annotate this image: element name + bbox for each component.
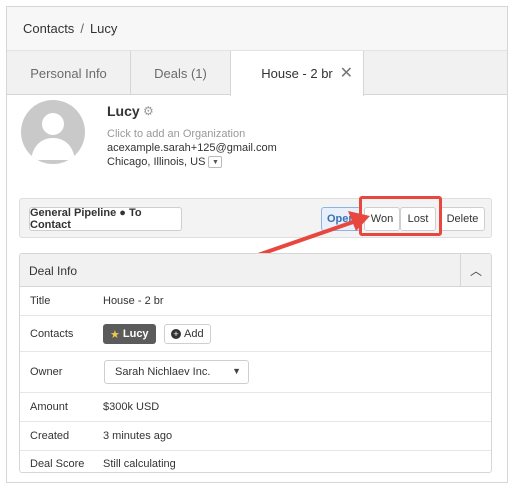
deal-score-value: Still calculating [103, 458, 176, 470]
tab-deals[interactable]: Deals (1) [131, 51, 231, 95]
plus-icon: + [171, 329, 181, 339]
pipeline-stage-label: General Pipeline ● To Contact [30, 207, 142, 231]
tab-bar: Personal Info Deals (1) House - 2 br ✕ [7, 51, 507, 96]
deal-row-contacts: Contacts ★ Lucy + Add [20, 316, 491, 352]
chevron-up-icon: ︿ [469, 263, 482, 278]
contact-summary: Lucy ⚙ Click to add an Organization acex… [21, 100, 491, 190]
tab-personal-info[interactable]: Personal Info [7, 51, 131, 95]
add-organization-link[interactable]: Click to add an Organization [107, 128, 245, 140]
delete-label: Delete [446, 213, 479, 225]
gear-icon[interactable]: ⚙ [143, 104, 154, 118]
breadcrumb-contacts-link[interactable]: Contacts [23, 21, 74, 36]
deal-row-deal-score: Deal Score Still calculating [20, 451, 491, 472]
deal-info-panel: Deal Info ︿ Title House - 2 br Contacts … [19, 253, 492, 473]
contact-tag-label: Lucy [122, 328, 149, 340]
breadcrumb-current: Lucy [89, 21, 118, 36]
owner-value: Sarah Nichlaev Inc. [115, 366, 211, 378]
location-text: Chicago, Illinois, US [107, 156, 206, 168]
collapse-button[interactable]: ︿ [460, 254, 491, 286]
person-silhouette-icon [31, 113, 75, 160]
amount-value[interactable]: $300k USD [103, 401, 159, 413]
delete-button[interactable]: Delete [440, 207, 485, 231]
contact-email[interactable]: acexample.sarah+125@gmail.com [107, 142, 277, 154]
avatar [21, 100, 85, 164]
star-icon: ★ [110, 328, 120, 341]
close-icon[interactable]: ✕ [340, 63, 353, 83]
row-label: Owner [30, 366, 63, 378]
created-value: 3 minutes ago [103, 430, 173, 442]
contact-location: Chicago, Illinois, US ▼ [107, 156, 223, 168]
tab-house-2-br[interactable]: House - 2 br ✕ [230, 51, 364, 96]
row-label: Contacts [30, 328, 74, 340]
pipeline-stage-button[interactable]: General Pipeline ● To Contact [29, 207, 182, 231]
contact-name[interactable]: Lucy [107, 103, 140, 119]
tab-label: Personal Info [30, 65, 107, 81]
row-label: Amount [30, 401, 68, 413]
deal-row-owner: Owner Sarah Nichlaev Inc. ▼ [20, 352, 491, 393]
deal-window: Contacts / Lucy Personal Info Deals (1) … [6, 6, 508, 483]
contact-tag-lucy[interactable]: ★ Lucy [103, 324, 156, 344]
owner-select[interactable]: Sarah Nichlaev Inc. ▼ [104, 360, 249, 384]
breadcrumb: Contacts / Lucy [7, 7, 507, 51]
row-label: Created [30, 430, 70, 442]
row-label: Deal Score [30, 458, 85, 470]
deal-info-header: Deal Info ︿ [20, 254, 491, 287]
tab-label: Deals (1) [154, 65, 207, 81]
tab-label: House - 2 br [261, 66, 333, 81]
deal-row-title: Title House - 2 br [20, 287, 491, 316]
deal-row-amount: Amount $300k USD [20, 393, 491, 422]
add-label: Add [184, 328, 204, 340]
add-contact-button[interactable]: + Add [164, 324, 211, 344]
chevron-down-icon[interactable]: ▼ [208, 156, 223, 168]
breadcrumb-separator: / [80, 21, 84, 36]
chevron-down-icon: ▼ [232, 366, 241, 376]
deal-title-value[interactable]: House - 2 br [103, 295, 164, 307]
row-label: Title [30, 295, 51, 307]
deal-info-title: Deal Info [29, 264, 78, 278]
deal-row-created: Created 3 minutes ago [20, 422, 491, 451]
